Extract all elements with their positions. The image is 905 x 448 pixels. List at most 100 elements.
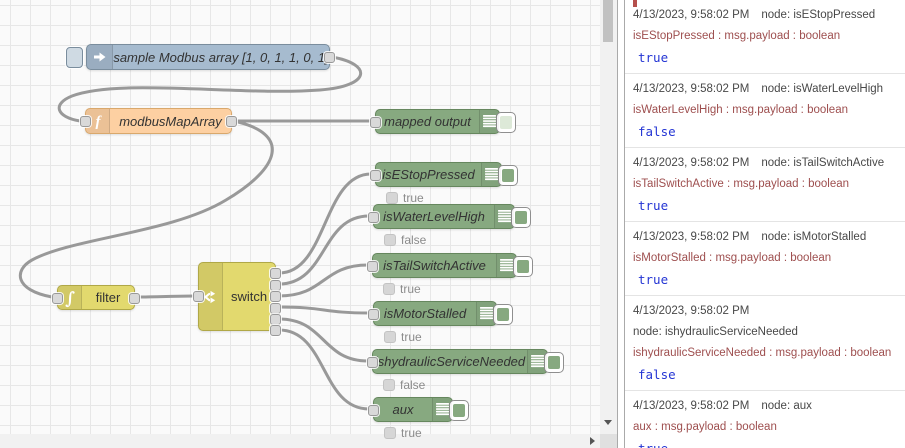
status-text: true — [401, 426, 422, 440]
wire-switch:1-to-debug-isEStopPressed[interactable] — [277, 172, 373, 275]
scroll-right-arrow-icon[interactable] — [590, 437, 595, 445]
debug-value[interactable]: true — [633, 195, 897, 216]
input-port[interactable] — [367, 356, 378, 368]
wire-switch:5-to-debug-ishydraulicServiceNeeded[interactable] — [277, 317, 370, 363]
vertical-scrollbar-thumb[interactable] — [603, 0, 613, 42]
debug-node-ref: node: ishydraulicServiceNeeded — [633, 326, 798, 338]
debug-messages: 4/13/2023, 9:58:02 PM node: isEStopPresse… — [625, 0, 905, 448]
debug-message: 4/13/2023, 9:58:02 PM node: isEStopPresse… — [625, 0, 905, 74]
input-port[interactable] — [370, 169, 381, 181]
debug-property-path: isMotorStalled : msg.payload : boolean — [633, 252, 832, 264]
node-label: isTailSwitchActive — [383, 258, 486, 273]
debug-toggle-button[interactable] — [449, 400, 469, 421]
debug-toggle-state — [500, 116, 512, 129]
debug-toggle-state — [497, 308, 509, 321]
debug-node-ref: node: aux — [761, 400, 812, 412]
node-debug-isMotorStalled[interactable]: isMotorStalled true — [368, 301, 513, 344]
debug-message-header: 4/13/2023, 9:58:02 PM node: isEStopPresse… — [633, 5, 897, 26]
status-text: true — [403, 191, 424, 205]
node-debug-mapped-output[interactable]: mapped output — [370, 109, 516, 134]
node-status: true — [384, 330, 422, 344]
debug-message-header: 4/13/2023, 9:58:02 PM node: isTailSwitchA… — [633, 153, 897, 174]
node-label: isEStopPressed — [382, 167, 475, 182]
node-debug-aux[interactable]: aux true — [368, 397, 469, 440]
status-badge-icon — [384, 427, 396, 439]
node-function-modbusMapArray[interactable]: f modbusMapArray — [80, 108, 237, 134]
debug-value[interactable]: true — [633, 269, 897, 290]
input-port[interactable] — [52, 292, 63, 304]
debug-timestamp: 4/13/2023, 9:58:02 PM — [633, 305, 750, 317]
debug-toggle-button[interactable] — [496, 112, 516, 133]
debug-message: 4/13/2023, 9:58:02 PM node: isMotorStalle… — [625, 222, 905, 296]
output-port-6[interactable] — [270, 325, 281, 336]
debug-timestamp: 4/13/2023, 9:58:02 PM — [633, 400, 750, 412]
canvas-horizontal-scrollbar[interactable] — [0, 434, 600, 448]
debug-list-icon — [481, 163, 501, 186]
node-debug-ishydraulicServiceNeeded[interactable]: ishydraulicServiceNeeded false — [367, 349, 564, 392]
debug-toggle-button[interactable] — [513, 256, 533, 277]
input-port[interactable] — [368, 211, 379, 223]
node-label: isWaterLevelHigh — [383, 209, 485, 224]
input-port[interactable] — [80, 116, 91, 127]
sidebar-resize-handle[interactable] — [617, 0, 625, 448]
node-status: true — [386, 191, 424, 205]
debug-message: 4/13/2023, 9:58:02 PM node: ishydraulicSe… — [625, 296, 905, 391]
input-port[interactable] — [368, 308, 379, 320]
status-badge-icon — [384, 331, 396, 343]
status-badge-icon — [386, 192, 398, 204]
flow-canvas[interactable]: sample Modbus array [1, 0, 1, 1, 0, 1] f m… — [0, 0, 618, 448]
debug-property-path: isEStopPressed : msg.payload : boolean — [633, 30, 841, 42]
output-port-1[interactable] — [270, 268, 281, 279]
debug-timestamp: 4/13/2023, 9:58:02 PM — [633, 157, 750, 169]
output-port-2[interactable] — [270, 279, 281, 291]
node-inject-sample[interactable]: sample Modbus array [1, 0, 1, 1, 0, 1] — [66, 44, 335, 70]
node-filter[interactable]: ∫ filter — [52, 285, 140, 310]
debug-timestamp: 4/13/2023, 9:58:02 PM — [633, 9, 750, 21]
output-port-5[interactable] — [270, 314, 281, 325]
output-port-4[interactable] — [270, 302, 281, 314]
debug-toggle-button[interactable] — [498, 165, 518, 186]
debug-property-path: ishydraulicServiceNeeded : msg.payload :… — [633, 347, 892, 359]
input-port[interactable] — [367, 260, 378, 272]
input-port[interactable] — [368, 404, 379, 416]
debug-toggle-state — [548, 356, 560, 369]
debug-sidebar[interactable]: 4/13/2023, 9:58:02 PM node: isEStopPresse… — [625, 0, 905, 448]
debug-value[interactable]: false — [633, 121, 897, 142]
debug-value[interactable]: true — [633, 438, 897, 448]
svg-text:∫: ∫ — [65, 289, 75, 308]
debug-toggle-state — [453, 404, 465, 417]
scroll-down-arrow-icon[interactable] — [604, 420, 612, 425]
status-text: false — [401, 233, 427, 247]
debug-message: 4/13/2023, 9:58:02 PM node: aux aux : msg.… — [625, 391, 905, 448]
output-port-1[interactable] — [324, 52, 335, 63]
node-label: isMotorStalled — [383, 306, 467, 321]
debug-toggle-button[interactable] — [511, 207, 531, 228]
status-text: false — [400, 378, 426, 392]
output-port-3[interactable] — [270, 291, 281, 302]
status-badge-icon — [383, 283, 395, 295]
input-port[interactable] — [370, 116, 381, 128]
debug-toggle-button[interactable] — [544, 352, 564, 373]
node-debug-isTailSwitchActive[interactable]: isTailSwitchActive true — [367, 253, 533, 296]
debug-toggle-button[interactable] — [493, 304, 513, 325]
scrollbar-corner — [600, 434, 618, 448]
node-debug-isWaterLevelHigh[interactable]: isWaterLevelHigh false — [368, 204, 531, 247]
debug-property-path: isTailSwitchActive : msg.payload : boole… — [633, 178, 850, 190]
wire-switch:4-to-debug-isMotorStalled[interactable] — [277, 305, 371, 315]
debug-value[interactable]: true — [633, 47, 897, 68]
status-badge-icon — [383, 379, 395, 391]
output-port-1[interactable] — [226, 116, 237, 127]
input-port[interactable] — [193, 291, 204, 302]
wire-filter-to-switch[interactable] — [135, 294, 196, 299]
svg-text:f: f — [95, 114, 102, 129]
debug-value[interactable]: false — [633, 364, 897, 385]
canvas-vertical-scrollbar[interactable] — [600, 0, 617, 434]
debug-list-icon — [476, 302, 496, 325]
node-label: ishydraulicServiceNeeded — [374, 354, 526, 369]
output-port-1[interactable] — [129, 292, 140, 304]
status-text: true — [400, 282, 421, 296]
debug-node-ref: node: isWaterLevelHigh — [761, 83, 884, 95]
inject-trigger-button[interactable] — [66, 46, 83, 68]
node-debug-isEStopPressed[interactable]: isEStopPressed true — [370, 162, 518, 205]
node-switch[interactable]: switch — [193, 262, 281, 336]
